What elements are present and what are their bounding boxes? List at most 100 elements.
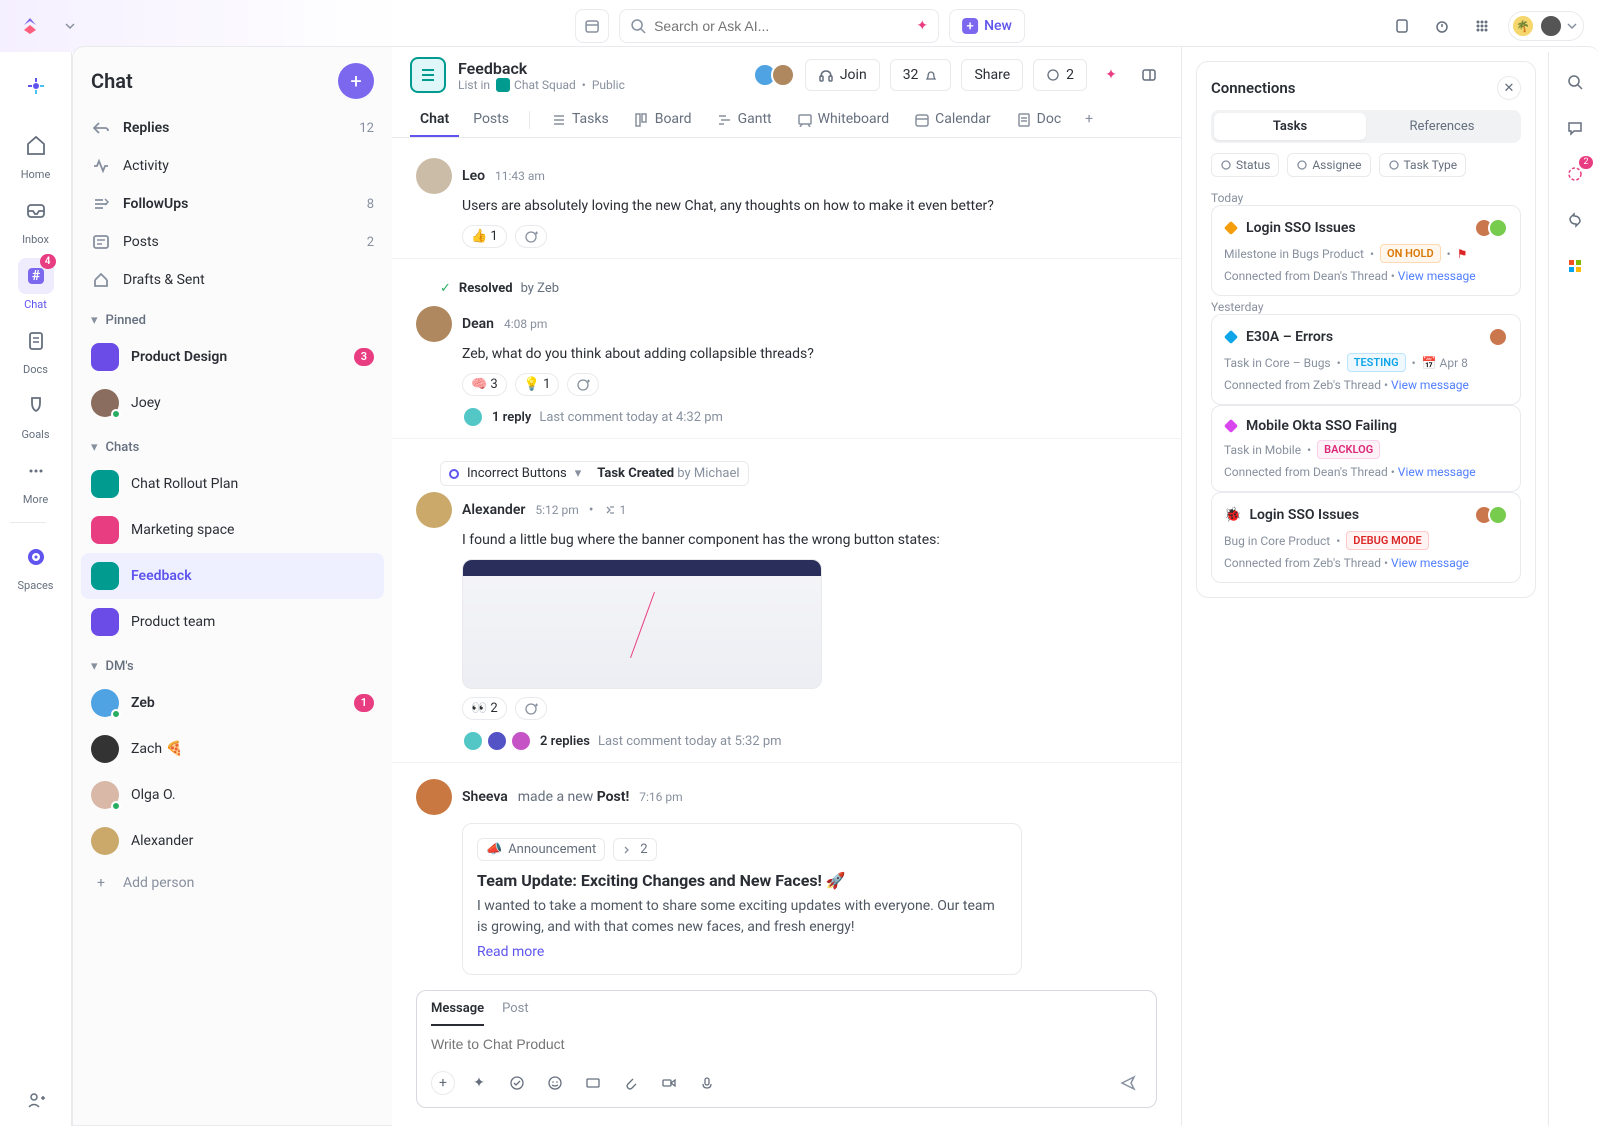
- add-reaction[interactable]: [515, 697, 547, 720]
- conn-tab-tasks[interactable]: Tasks: [1214, 113, 1366, 140]
- share-button[interactable]: Share: [961, 59, 1023, 91]
- close-icon[interactable]: ✕: [1497, 76, 1521, 100]
- sidebar-item[interactable]: Alexander: [73, 818, 392, 864]
- sidebar-item-followups[interactable]: FollowUps8: [73, 185, 392, 223]
- invite-icon[interactable]: [10, 1084, 62, 1116]
- view-board[interactable]: Board: [623, 103, 702, 137]
- reaction[interactable]: 👍 1: [462, 225, 507, 248]
- new-chat-button[interactable]: +: [338, 63, 374, 99]
- sidebar-item[interactable]: Product team: [73, 599, 392, 645]
- search-field[interactable]: [654, 18, 908, 34]
- thread-summary[interactable]: 2 repliesLast comment today at 5:32 pm: [462, 730, 1157, 752]
- member-avatars[interactable]: [753, 63, 795, 87]
- section-Chats[interactable]: ▾Chats: [73, 426, 392, 461]
- reaction[interactable]: 💡 1: [515, 373, 560, 396]
- attachment-icon[interactable]: [617, 1069, 645, 1097]
- nav-inbox[interactable]: Inbox: [10, 187, 62, 252]
- comment-icon[interactable]: [1559, 112, 1591, 144]
- section-Pinned[interactable]: ▾Pinned: [73, 299, 392, 334]
- view-message-link[interactable]: View message: [1398, 269, 1476, 283]
- filter-chip[interactable]: Assignee: [1287, 153, 1370, 177]
- read-more-link[interactable]: Read more: [477, 944, 544, 960]
- sidebar-item[interactable]: Marketing space: [73, 507, 392, 553]
- view-list[interactable]: Tasks: [540, 103, 619, 137]
- search-input[interactable]: ✦: [619, 9, 939, 43]
- add-reaction[interactable]: [567, 373, 599, 396]
- tab-Posts[interactable]: Posts: [463, 103, 519, 137]
- post-card[interactable]: 📣Announcement2Team Update: Exciting Chan…: [462, 823, 1022, 975]
- panel-toggle-icon[interactable]: [1135, 61, 1163, 89]
- sidebar-item-posts[interactable]: Posts2: [73, 223, 392, 261]
- chevron-down-icon[interactable]: ▾: [575, 466, 582, 481]
- nav-goals[interactable]: Goals: [10, 382, 62, 447]
- sidebar-item[interactable]: Olga O.: [73, 772, 392, 818]
- connection-card[interactable]: E30A – Errors Task in Core – Bugs•TESTIN…: [1211, 314, 1521, 405]
- sidebar-item-reply[interactable]: Replies12: [73, 109, 392, 147]
- mic-icon[interactable]: [693, 1069, 721, 1097]
- reaction[interactable]: 👀 2: [462, 697, 507, 720]
- sidebar-item-activity[interactable]: Activity: [73, 147, 392, 185]
- filter-chip[interactable]: Task Type: [1379, 153, 1467, 177]
- apps-icon[interactable]: [1559, 250, 1591, 282]
- guests-button[interactable]: 2: [1033, 59, 1087, 91]
- view-gantt[interactable]: Gantt: [706, 103, 782, 137]
- filter-chip[interactable]: Status: [1211, 153, 1279, 177]
- ai-icon[interactable]: ✦: [465, 1069, 493, 1097]
- user-menu[interactable]: 🌴: [1508, 11, 1584, 41]
- sidebar-item[interactable]: Chat Rollout Plan: [73, 461, 392, 507]
- member-count[interactable]: 32: [890, 59, 952, 91]
- app-logo[interactable]: [16, 12, 44, 40]
- gif-icon[interactable]: [579, 1069, 607, 1097]
- connection-card[interactable]: Login SSO Issues Milestone in Bugs Produ…: [1211, 205, 1521, 296]
- section-DM's[interactable]: ▾DM's: [73, 645, 392, 680]
- apps-grid-icon[interactable]: [1468, 12, 1496, 40]
- ai-icon[interactable]: ✦: [1097, 61, 1125, 89]
- nav-home[interactable]: Home: [10, 122, 62, 187]
- task-icon[interactable]: [503, 1069, 531, 1097]
- attachment-image[interactable]: [462, 559, 822, 689]
- task-chip[interactable]: Incorrect Buttons▾Task Created by Michae…: [440, 461, 749, 486]
- chevron-down-icon[interactable]: [56, 12, 84, 40]
- nav-chat[interactable]: 4#Chat: [10, 252, 62, 317]
- view-message-link[interactable]: View message: [1398, 465, 1476, 479]
- add-person[interactable]: +Add person: [73, 864, 392, 902]
- emoji-icon[interactable]: [541, 1069, 569, 1097]
- join-button[interactable]: Join: [805, 59, 880, 91]
- view-message-link[interactable]: View message: [1391, 556, 1469, 570]
- thread-summary[interactable]: 1 replyLast comment today at 4:32 pm: [462, 406, 1157, 428]
- new-button[interactable]: + New: [949, 9, 1025, 43]
- nav-docs[interactable]: Docs: [10, 317, 62, 382]
- reaction[interactable]: 🧠 3: [462, 373, 507, 396]
- sidebar-item[interactable]: Zach 🍕: [73, 726, 392, 772]
- timer-icon[interactable]: [1428, 12, 1456, 40]
- view-doc[interactable]: Doc: [1005, 103, 1072, 137]
- send-icon[interactable]: [1114, 1069, 1142, 1097]
- sync-icon[interactable]: [1559, 204, 1591, 236]
- conn-tab-references[interactable]: References: [1366, 113, 1518, 140]
- connection-card[interactable]: 🐞Login SSO Issues Bug in Core Product•DE…: [1211, 492, 1521, 583]
- sidebar-item-drafts[interactable]: Drafts & Sent: [73, 261, 392, 299]
- sidebar-item[interactable]: Feedback: [81, 553, 384, 599]
- clipboard-icon[interactable]: [1388, 12, 1416, 40]
- tab-Chat[interactable]: Chat: [410, 103, 459, 137]
- calendar-icon[interactable]: [575, 9, 609, 43]
- video-icon[interactable]: [655, 1069, 683, 1097]
- view-message-link[interactable]: View message: [1391, 378, 1469, 392]
- composer-input[interactable]: [431, 1036, 1142, 1052]
- sidebar-item[interactable]: Joey: [73, 380, 392, 426]
- composer-tab-message[interactable]: Message: [431, 1001, 484, 1026]
- nav-more[interactable]: More: [10, 447, 62, 512]
- connection-card[interactable]: Mobile Okta SSO Failing Task in Mobile•B…: [1211, 405, 1521, 492]
- plus-icon[interactable]: +: [431, 1071, 455, 1095]
- nav-spaces[interactable]: Spaces: [10, 533, 62, 598]
- search-icon[interactable]: [1559, 66, 1591, 98]
- view-whiteboard[interactable]: Whiteboard: [786, 103, 900, 137]
- add-reaction[interactable]: [515, 225, 547, 248]
- sidebar-item[interactable]: Zeb1: [73, 680, 392, 726]
- composer-tab-post[interactable]: Post: [502, 1001, 529, 1026]
- activity-icon[interactable]: 2: [1559, 158, 1591, 190]
- sidebar-item[interactable]: Product Design3: [73, 334, 392, 380]
- workspace-icon[interactable]: [10, 62, 62, 110]
- view-calendar[interactable]: Calendar: [903, 103, 1001, 137]
- add-view[interactable]: +: [1075, 103, 1103, 137]
